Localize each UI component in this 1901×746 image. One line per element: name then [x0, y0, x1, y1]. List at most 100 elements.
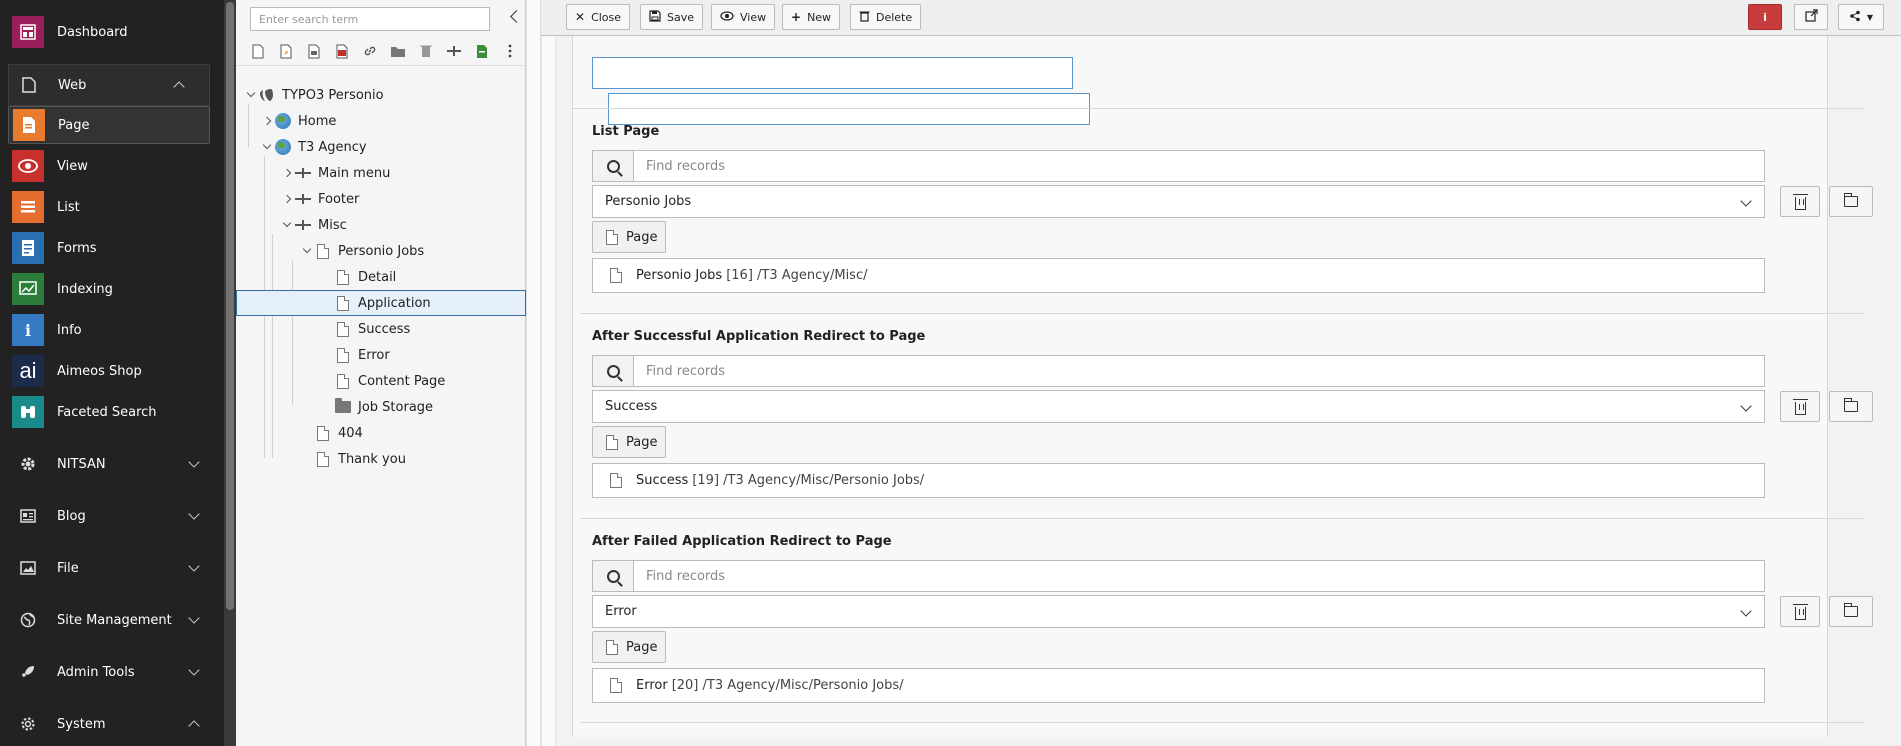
remove-record-button[interactable]: [1780, 186, 1820, 217]
module-menu-scrollbar[interactable]: [224, 0, 236, 746]
tree-search-input[interactable]: Enter search term: [250, 7, 490, 31]
remove-record-button[interactable]: [1780, 596, 1820, 627]
find-records-field[interactable]: Find records: [592, 355, 1765, 387]
page-icon: [21, 77, 37, 93]
tree-node-404[interactable]: 404: [314, 420, 363, 446]
group-system[interactable]: System: [0, 703, 224, 745]
select-value: Success: [605, 399, 658, 414]
tree-line: [292, 260, 293, 405]
module-label: Faceted Search: [57, 404, 157, 420]
record-preview: Error [20] /T3 Agency/Misc/Personio Jobs…: [592, 668, 1765, 703]
tree-node-content-page[interactable]: Content Page: [334, 368, 445, 394]
tree-node-misc[interactable]: Misc: [280, 212, 347, 238]
module-page[interactable]: Page: [8, 106, 210, 144]
module-label: Info: [57, 322, 82, 338]
menu-separator-icon[interactable]: [442, 40, 466, 62]
module-forms[interactable]: Forms: [8, 229, 210, 267]
record-preview: Personio Jobs [16] /T3 Agency/Misc/: [592, 258, 1765, 293]
trash-icon: [1792, 398, 1808, 415]
new-content-page-icon[interactable]: [470, 40, 494, 62]
group-site-management[interactable]: Site Management: [0, 599, 224, 641]
tree-scrollbar[interactable]: [526, 0, 541, 746]
group-label: Site Management: [57, 612, 172, 628]
tree-node-label: Success: [358, 321, 411, 337]
main-scrollbar[interactable]: [541, 36, 556, 746]
selected-record-select[interactable]: Error: [592, 595, 1765, 628]
browse-records-button[interactable]: [1829, 391, 1873, 422]
chevron-down-icon: [1740, 605, 1752, 617]
group-web[interactable]: Web: [8, 64, 210, 106]
expand-toggle[interactable]: [260, 108, 274, 134]
group-nitsan[interactable]: NITSAN: [0, 443, 224, 485]
record-title[interactable]: Success: [636, 473, 688, 488]
module-info[interactable]: i Info: [8, 311, 210, 349]
more-options-icon[interactable]: [498, 40, 522, 62]
find-records-placeholder: Find records: [646, 363, 726, 379]
scrollbar-thumb[interactable]: [226, 2, 234, 610]
chevron-down-icon: [188, 456, 200, 468]
typo3-logo-icon: [258, 86, 276, 104]
record-title[interactable]: Error: [636, 678, 668, 693]
folder-open-icon: [1843, 603, 1858, 617]
page-browser-button[interactable]: Page: [592, 631, 666, 663]
expand-toggle[interactable]: [244, 82, 258, 108]
module-list[interactable]: List: [8, 188, 210, 226]
link-icon[interactable]: [358, 40, 382, 62]
selected-record-select[interactable]: Personio Jobs: [592, 185, 1765, 218]
group-file[interactable]: File: [0, 547, 224, 589]
new-recycler-icon[interactable]: [330, 40, 354, 62]
new-page-icon[interactable]: [246, 40, 270, 62]
page-icon: [606, 434, 618, 450]
tree-node-success[interactable]: Success: [334, 316, 410, 342]
chevron-down-icon: [1740, 400, 1752, 412]
indexing-icon: [12, 273, 44, 305]
tree-node-application[interactable]: Application: [236, 290, 526, 316]
browse-records-button[interactable]: [1829, 186, 1873, 217]
cog-icon: [20, 716, 36, 732]
module-indexing[interactable]: Indexing: [8, 270, 210, 308]
expand-toggle[interactable]: [280, 160, 294, 186]
find-records-field[interactable]: Find records: [592, 560, 1765, 592]
tree-node-label: Application: [358, 295, 431, 311]
tree-node-job-storage[interactable]: Job Storage: [334, 394, 433, 420]
collapse-tree-icon[interactable]: [510, 10, 523, 23]
trash-icon[interactable]: [414, 40, 438, 62]
image-icon: [20, 560, 36, 576]
tree-node-error[interactable]: Error: [334, 342, 390, 368]
tree-node-home[interactable]: Home: [260, 108, 336, 134]
tree-node-t3-agency[interactable]: T3 Agency: [260, 134, 367, 160]
page-browser-button[interactable]: Page: [592, 221, 666, 253]
module-aimeos-shop[interactable]: ai Aimeos Shop: [8, 352, 210, 390]
page-icon: [606, 229, 618, 245]
folder-icon[interactable]: [386, 40, 410, 62]
remove-record-button[interactable]: [1780, 391, 1820, 422]
menu-separator-icon: [294, 164, 312, 182]
tree-node-detail[interactable]: Detail: [334, 264, 396, 290]
new-mountpoint-icon[interactable]: [302, 40, 326, 62]
find-records-field[interactable]: Find records: [592, 150, 1765, 182]
module-dashboard[interactable]: Dashboard: [8, 13, 210, 51]
tree-node-personio-jobs[interactable]: Personio Jobs: [300, 238, 424, 264]
expand-toggle[interactable]: [300, 238, 314, 264]
chevron-up-icon: [188, 720, 200, 732]
tree-node-thank-you[interactable]: Thank you: [314, 446, 406, 472]
page-icon: [334, 346, 352, 364]
expand-toggle[interactable]: [280, 212, 294, 238]
page-browser-button[interactable]: Page: [592, 426, 666, 458]
tree-node-footer[interactable]: Footer: [280, 186, 359, 212]
page-icon: [610, 268, 622, 283]
expand-toggle[interactable]: [280, 186, 294, 212]
record-title[interactable]: Personio Jobs: [636, 268, 722, 283]
selected-record-select[interactable]: Success: [592, 390, 1765, 423]
new-shortcut-page-icon[interactable]: [274, 40, 298, 62]
tree-node-main-menu[interactable]: Main menu: [280, 160, 390, 186]
tree-node-root[interactable]: TYPO3 Personio: [244, 82, 384, 108]
group-admin-tools[interactable]: Admin Tools: [0, 651, 224, 693]
module-view[interactable]: View: [8, 147, 210, 185]
browse-records-button[interactable]: [1829, 596, 1873, 627]
group-label: Admin Tools: [57, 664, 135, 680]
group-label: NITSAN: [57, 456, 106, 472]
group-blog[interactable]: Blog: [0, 495, 224, 537]
module-faceted-search[interactable]: Faceted Search: [8, 393, 210, 431]
expand-toggle[interactable]: [260, 134, 274, 160]
